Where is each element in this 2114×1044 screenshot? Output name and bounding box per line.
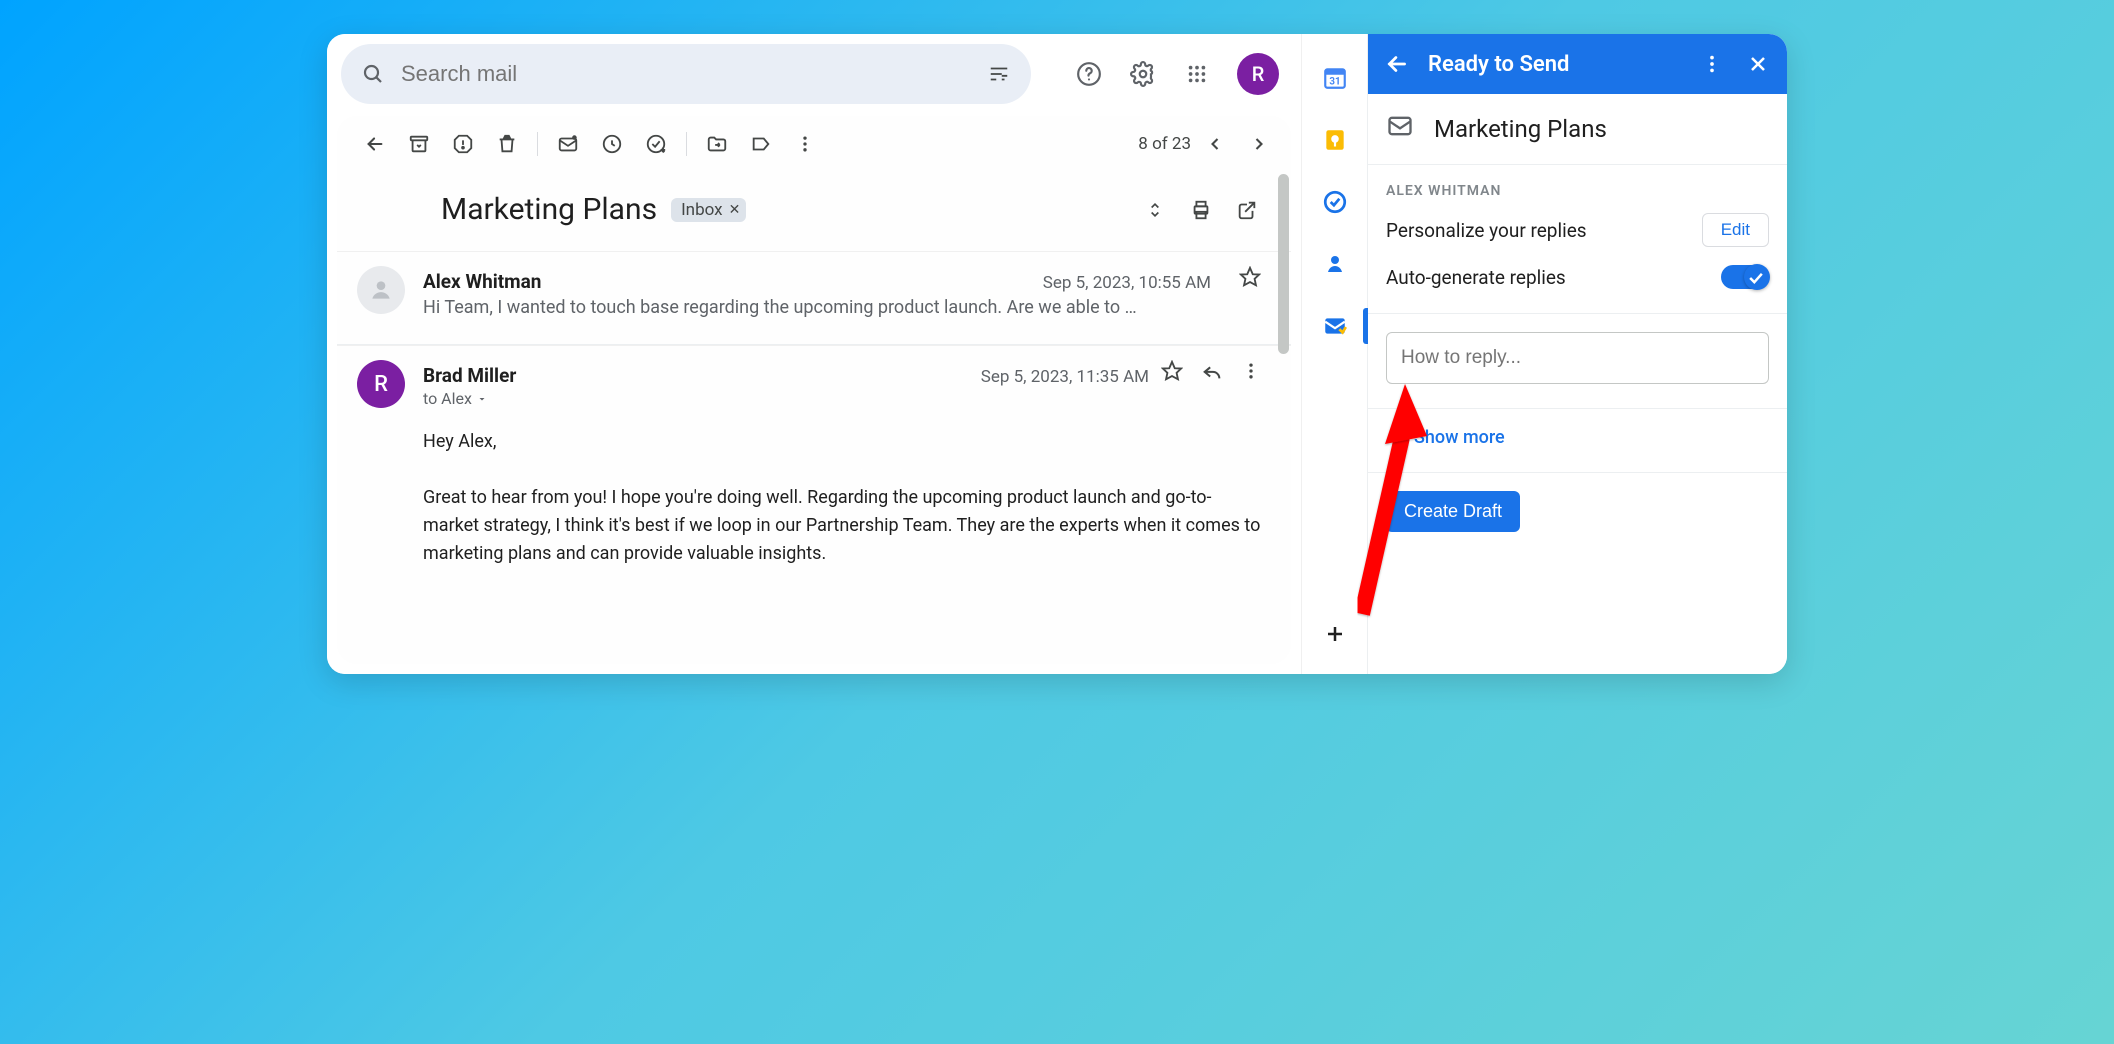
conversation-body: Marketing Plans Inbox ✕ [337, 172, 1291, 664]
recipient-text: to Alex [423, 389, 472, 408]
panel-back-icon[interactable] [1382, 49, 1412, 79]
show-more-label: Show more [1414, 427, 1505, 448]
create-draft-section: Create Draft [1368, 473, 1787, 556]
search-icon [359, 60, 387, 88]
subject-row: Marketing Plans Inbox ✕ [337, 182, 1291, 251]
rail-calendar-icon[interactable]: 31 [1321, 64, 1349, 92]
message-body: Hey Alex, Great to hear from you! I hope… [423, 428, 1261, 567]
greeting-line: Hey Alex, [423, 428, 1261, 456]
panel-subject-row: Marketing Plans [1368, 94, 1787, 165]
panel-title: Ready to Send [1428, 52, 1681, 77]
rail-tasks-icon[interactable] [1321, 188, 1349, 216]
subject-actions [1141, 196, 1261, 224]
topbar-actions: R [1075, 53, 1287, 95]
account-avatar[interactable]: R [1237, 53, 1279, 95]
chevron-down-icon [476, 393, 488, 405]
label-chip[interactable]: Inbox ✕ [671, 198, 746, 222]
subject-title: Marketing Plans [441, 192, 657, 227]
apps-grid-icon[interactable] [1183, 60, 1211, 88]
star-icon[interactable] [1161, 360, 1183, 386]
side-rail: 31 [1301, 34, 1367, 674]
add-task-icon[interactable] [636, 124, 676, 164]
autogen-label: Auto-generate replies [1386, 266, 1566, 289]
body-text: Great to hear from you! I hope you're do… [423, 484, 1261, 568]
pager: 8 of 23 [1138, 124, 1279, 164]
more-icon[interactable] [1241, 361, 1261, 385]
side-panel: Ready to Send Marketing Plans ALEX WHITM… [1367, 34, 1787, 674]
sender-avatar-placeholder [357, 266, 405, 314]
show-more-button[interactable]: Show more [1386, 427, 1769, 448]
message-actions [1161, 360, 1261, 386]
svg-text:31: 31 [1329, 77, 1340, 88]
snooze-icon[interactable] [592, 124, 632, 164]
mark-unread-icon[interactable] [548, 124, 588, 164]
toolbar-separator [537, 132, 538, 156]
reply-input-section [1368, 314, 1787, 409]
chevron-down-icon [1386, 429, 1404, 447]
spam-icon[interactable] [443, 124, 483, 164]
search-container[interactable] [341, 44, 1031, 104]
rail-add-icon[interactable] [1321, 620, 1349, 648]
tune-icon[interactable] [985, 60, 1013, 88]
personalize-row: Personalize your replies Edit [1386, 213, 1769, 247]
message-snippet: Hi Team, I wanted to touch base regardin… [423, 297, 1261, 318]
help-icon[interactable] [1075, 60, 1103, 88]
reply-input[interactable] [1386, 332, 1769, 384]
pager-next-icon[interactable] [1239, 124, 1279, 164]
label-chip-remove-icon[interactable]: ✕ [729, 202, 741, 218]
toolbar-separator [686, 132, 687, 156]
label-icon[interactable] [741, 124, 781, 164]
top-bar: R [327, 34, 1301, 116]
label-chip-text: Inbox [681, 200, 723, 220]
panel-settings-section: ALEX WHITMAN Personalize your replies Ed… [1368, 165, 1787, 314]
message-collapsed[interactable]: Alex Whitman Sep 5, 2023, 10:55 AM Hi Te… [337, 251, 1291, 345]
create-draft-button[interactable]: Create Draft [1386, 491, 1520, 532]
sender-avatar: R [357, 360, 405, 408]
print-icon[interactable] [1187, 196, 1215, 224]
mail-icon [1386, 112, 1414, 146]
rail-addon-icon[interactable] [1321, 312, 1349, 340]
pager-prev-icon[interactable] [1195, 124, 1235, 164]
rail-contacts-icon[interactable] [1321, 250, 1349, 278]
sender-name: Brad Miller [423, 364, 516, 387]
panel-header: Ready to Send [1368, 34, 1787, 94]
autogen-row: Auto-generate replies [1386, 265, 1769, 289]
panel-close-icon[interactable] [1743, 49, 1773, 79]
rail-keep-icon[interactable] [1321, 126, 1349, 154]
conversation-toolbar: 8 of 23 [337, 116, 1291, 172]
gear-icon[interactable] [1129, 60, 1157, 88]
message-date: Sep 5, 2023, 10:55 AM [1043, 273, 1211, 293]
pager-label: 8 of 23 [1138, 134, 1191, 154]
search-input[interactable] [401, 61, 971, 87]
panel-caption: ALEX WHITMAN [1386, 183, 1769, 199]
personalize-label: Personalize your replies [1386, 219, 1587, 242]
scrollbar-thumb[interactable] [1278, 174, 1289, 354]
star-icon[interactable] [1239, 266, 1261, 292]
expand-collapse-icon[interactable] [1141, 196, 1169, 224]
archive-icon[interactable] [399, 124, 439, 164]
panel-more-icon[interactable] [1697, 49, 1727, 79]
edit-button[interactable]: Edit [1702, 213, 1769, 247]
reply-icon[interactable] [1201, 360, 1223, 386]
app-window: R 8 of 23 [327, 34, 1787, 674]
more-icon[interactable] [785, 124, 825, 164]
back-icon[interactable] [355, 124, 395, 164]
autogen-toggle[interactable] [1721, 265, 1769, 289]
sender-name: Alex Whitman [423, 270, 541, 293]
show-more-section: Show more [1368, 409, 1787, 473]
open-new-window-icon[interactable] [1233, 196, 1261, 224]
delete-icon[interactable] [487, 124, 527, 164]
main-column: R 8 of 23 [327, 34, 1301, 674]
message-expanded: R Brad Miller Sep 5, 2023, 11:35 AM [337, 345, 1291, 589]
recipient-line[interactable]: to Alex [423, 389, 1261, 408]
panel-subject: Marketing Plans [1434, 115, 1607, 143]
message-date: Sep 5, 2023, 11:35 AM [981, 367, 1149, 387]
move-to-icon[interactable] [697, 124, 737, 164]
conversation-card: 8 of 23 Marketing Plans Inbox ✕ [337, 116, 1291, 664]
